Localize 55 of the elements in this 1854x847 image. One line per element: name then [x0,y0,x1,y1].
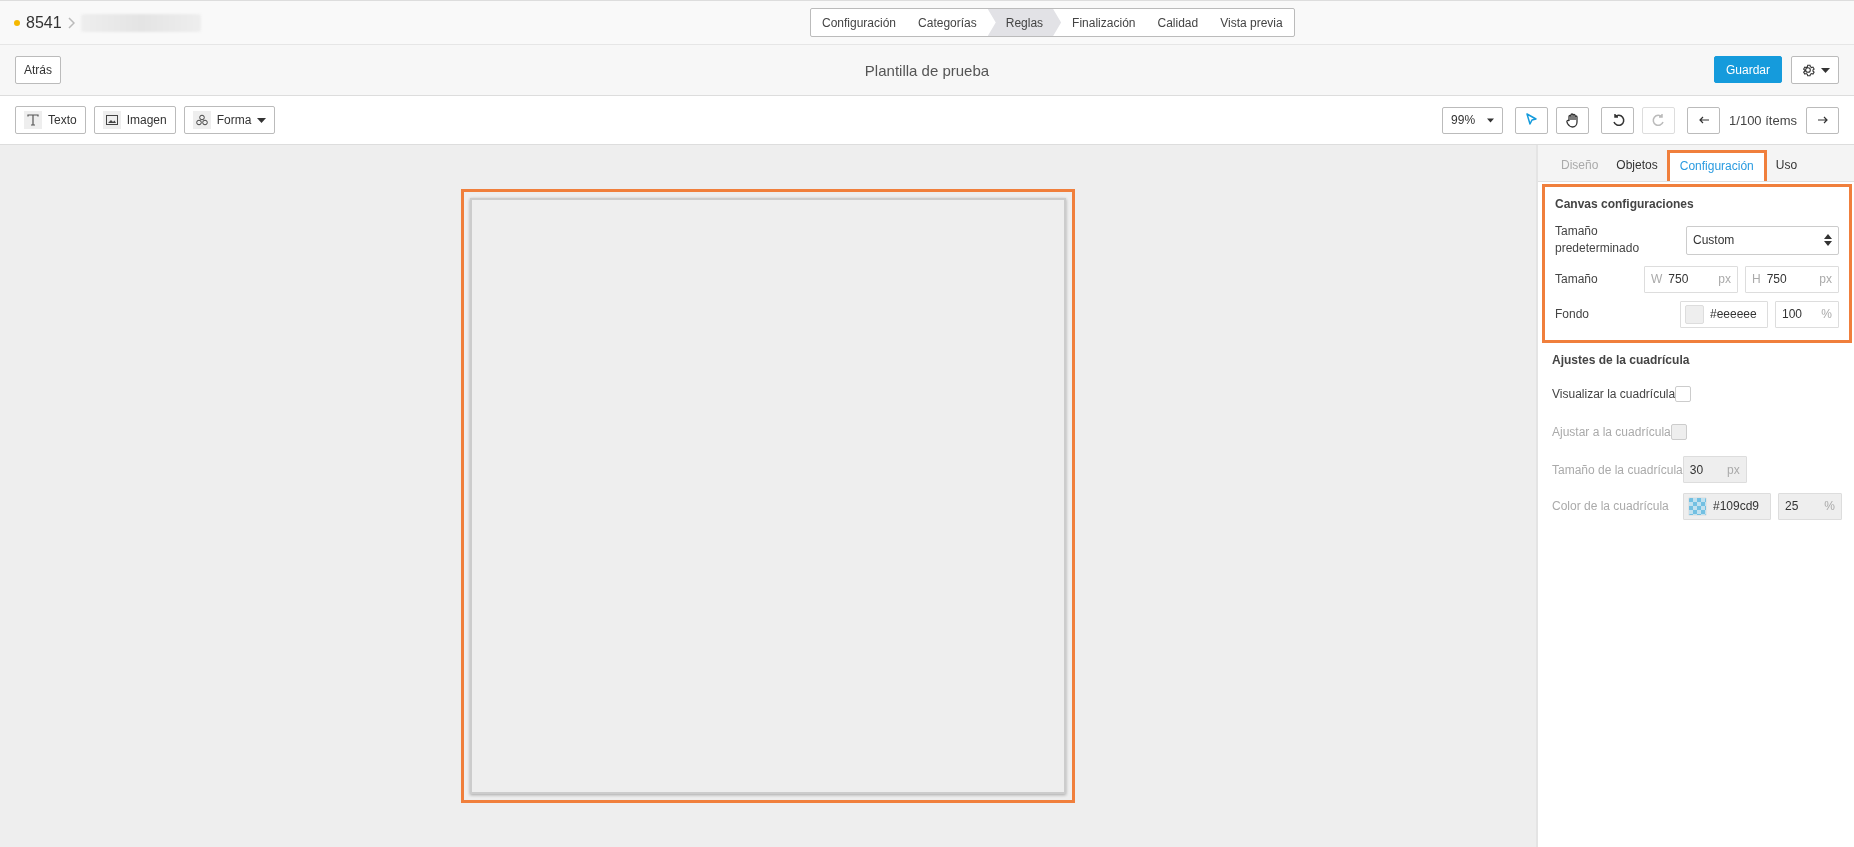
undo-button[interactable] [1601,106,1635,134]
arrow-left-icon [1698,116,1709,124]
panel-tab[interactable]: Uso [1766,146,1807,181]
tool-button[interactable]: Texto [15,106,86,134]
arrow-right-icon [1817,116,1828,124]
caret-icon [257,117,267,123]
hand-tool-button[interactable] [1556,106,1590,134]
item-counter: 1/100 ítems [1729,112,1797,128]
field-label: Tamaño de la cuadrícula [1552,462,1683,477]
section-title: Ajustes de la cuadrícula [1552,352,1691,367]
pointer-icon [1525,113,1538,127]
sort-arrows-icon [1824,234,1832,247]
previous-button[interactable] [1687,106,1721,134]
panel-tab[interactable]: Objetos [1607,146,1667,181]
opacity-field[interactable]: 100 % [1775,300,1839,328]
field-label: Tamaño [1555,270,1599,288]
caret-icon [1487,117,1495,123]
background-color-field[interactable]: #eeeeee [1680,300,1768,328]
pointer-tool-button[interactable] [1515,106,1549,134]
height-field[interactable]: H 750 px [1745,265,1839,293]
status-dot-icon [14,19,20,26]
next-button[interactable] [1806,106,1839,134]
step-tab[interactable]: Reglas [987,9,1062,36]
preset-select[interactable]: Custom [1686,225,1839,255]
checkered-swatch-icon [1688,496,1707,516]
template-title: Plantilla de prueba [864,61,990,79]
field-label: Tamaño predeterminado [1555,223,1641,258]
step-tab[interactable]: Finalización [1061,9,1147,36]
section-title: Canvas configuraciones [1555,197,1695,211]
redo-icon [1651,113,1666,127]
back-button[interactable]: Atrás [15,56,61,84]
settings-button[interactable] [1791,56,1839,84]
undo-icon [1610,113,1625,127]
width-field[interactable]: W 750 px [1644,265,1738,293]
field-label: Color de la cuadrícula [1552,497,1670,515]
checkbox-label: Ajustar a la cuadrícula [1552,424,1671,439]
tool-button[interactable]: Forma [183,106,276,134]
field-label: Fondo [1555,305,1591,323]
step-tab[interactable]: Vista previa [1209,9,1294,36]
show-grid-checkbox[interactable] [1675,385,1692,402]
text-icon [27,114,39,126]
project-id: 8541 [26,13,62,32]
chevron-right-icon [67,16,75,29]
hand-icon [1564,112,1581,128]
color-swatch-icon [1685,304,1704,324]
tool-button[interactable]: Imagen [93,106,176,134]
caret-icon [1820,67,1830,73]
step-tab[interactable]: Calidad [1146,9,1210,36]
image-icon [105,115,118,125]
zoom-dropdown[interactable]: 99% [1442,106,1504,134]
step-tab[interactable]: Categorías [907,9,988,36]
checkbox-label: Visualizar la cuadrícula [1552,386,1676,401]
step-tab[interactable]: Configuración [811,9,908,36]
settings-icon [1800,63,1815,77]
shapes-icon [195,114,208,126]
